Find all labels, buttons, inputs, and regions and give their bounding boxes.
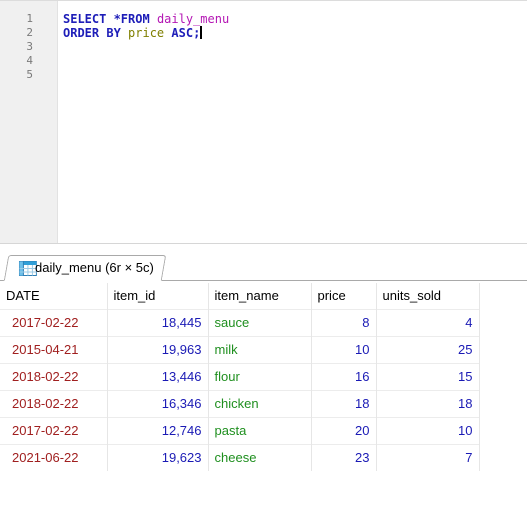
sql-table-identifier: daily_menu	[156, 12, 230, 26]
result-grid[interactable]: DATE item_id item_name price units_sold …	[0, 283, 480, 471]
item-id-cell[interactable]: 19,963	[107, 335, 209, 363]
sql-keyword: ORDER BY	[63, 26, 121, 40]
date-cell[interactable]: 2017-02-22	[0, 416, 108, 444]
sql-editor[interactable]: 1 2 3 4 5 SELECT *FROM daily_menu ORDER …	[0, 0, 527, 244]
column-header-price[interactable]: price	[311, 283, 377, 309]
line-number: 5	[26, 68, 33, 81]
code-line-2[interactable]: ORDER BY price ASC;	[63, 26, 203, 40]
column-header-item-name[interactable]: item_name	[208, 283, 312, 309]
price-cell[interactable]: 8	[311, 308, 377, 336]
item-id-cell[interactable]: 16,346	[107, 389, 209, 417]
tab-daily-menu-result[interactable]: daily_menu (6r × 5c)	[3, 255, 167, 281]
item-id-cell[interactable]: 18,445	[107, 308, 209, 336]
price-cell[interactable]: 16	[311, 362, 377, 390]
column-header-units-sold[interactable]: units_sold	[376, 283, 480, 309]
item-id-cell[interactable]: 12,746	[107, 416, 209, 444]
table-row[interactable]: 2018-02-22 16,346 chicken 18 18	[0, 389, 480, 417]
item-name-cell[interactable]: pasta	[208, 416, 312, 444]
date-cell[interactable]: 2018-02-22	[0, 362, 108, 390]
units-sold-cell[interactable]: 4	[376, 308, 480, 336]
item-name-cell[interactable]: sauce	[208, 308, 312, 336]
price-cell[interactable]: 10	[311, 335, 377, 363]
units-sold-cell[interactable]: 25	[376, 335, 480, 363]
price-cell[interactable]: 20	[311, 416, 377, 444]
date-cell[interactable]: 2015-04-21	[0, 335, 108, 363]
item-name-cell[interactable]: milk	[208, 335, 312, 363]
table-row[interactable]: 2017-02-22 12,746 pasta 20 10	[0, 416, 480, 444]
item-id-cell[interactable]: 19,623	[107, 443, 209, 471]
units-sold-cell[interactable]: 18	[376, 389, 480, 417]
units-sold-cell[interactable]: 7	[376, 443, 480, 471]
table-row[interactable]: 2018-02-22 13,446 flour 16 15	[0, 362, 480, 390]
grid-header-row: DATE item_id item_name price units_sold	[0, 283, 480, 309]
result-tab-bar: daily_menu (6r × 5c)	[0, 254, 527, 281]
editor-results-splitter[interactable]	[0, 243, 527, 244]
line-number-gutter: 1 2 3 4 5	[0, 1, 58, 244]
column-header-item-id[interactable]: item_id	[107, 283, 209, 309]
price-cell[interactable]: 23	[311, 443, 377, 471]
price-cell[interactable]: 18	[311, 389, 377, 417]
line-number: 1	[26, 12, 33, 25]
item-name-cell[interactable]: cheese	[208, 443, 312, 471]
table-row[interactable]: 2015-04-21 19,963 milk 10 25	[0, 335, 480, 363]
units-sold-cell[interactable]: 15	[376, 362, 480, 390]
line-number: 3	[26, 40, 33, 53]
column-header-date[interactable]: DATE	[0, 283, 108, 309]
sql-keyword: SELECT *FROM	[63, 12, 150, 26]
line-number: 2	[26, 26, 33, 39]
date-cell[interactable]: 2021-06-22	[0, 443, 108, 471]
item-name-cell[interactable]: flour	[208, 362, 312, 390]
sql-keyword: ASC;	[171, 26, 201, 40]
date-cell[interactable]: 2017-02-22	[0, 308, 108, 336]
code-line-1[interactable]: SELECT *FROM daily_menu	[63, 12, 229, 26]
sql-column-identifier: price	[128, 26, 165, 40]
text-cursor	[200, 26, 203, 39]
table-row[interactable]: 2021-06-22 19,623 cheese 23 7	[0, 443, 480, 471]
table-row[interactable]: 2017-02-22 18,445 sauce 8 4	[0, 308, 480, 336]
item-name-cell[interactable]: chicken	[208, 389, 312, 417]
units-sold-cell[interactable]: 10	[376, 416, 480, 444]
tab-label: daily_menu (6r × 5c)	[35, 260, 154, 275]
date-cell[interactable]: 2018-02-22	[0, 389, 108, 417]
item-id-cell[interactable]: 13,446	[107, 362, 209, 390]
line-number: 4	[26, 54, 33, 67]
